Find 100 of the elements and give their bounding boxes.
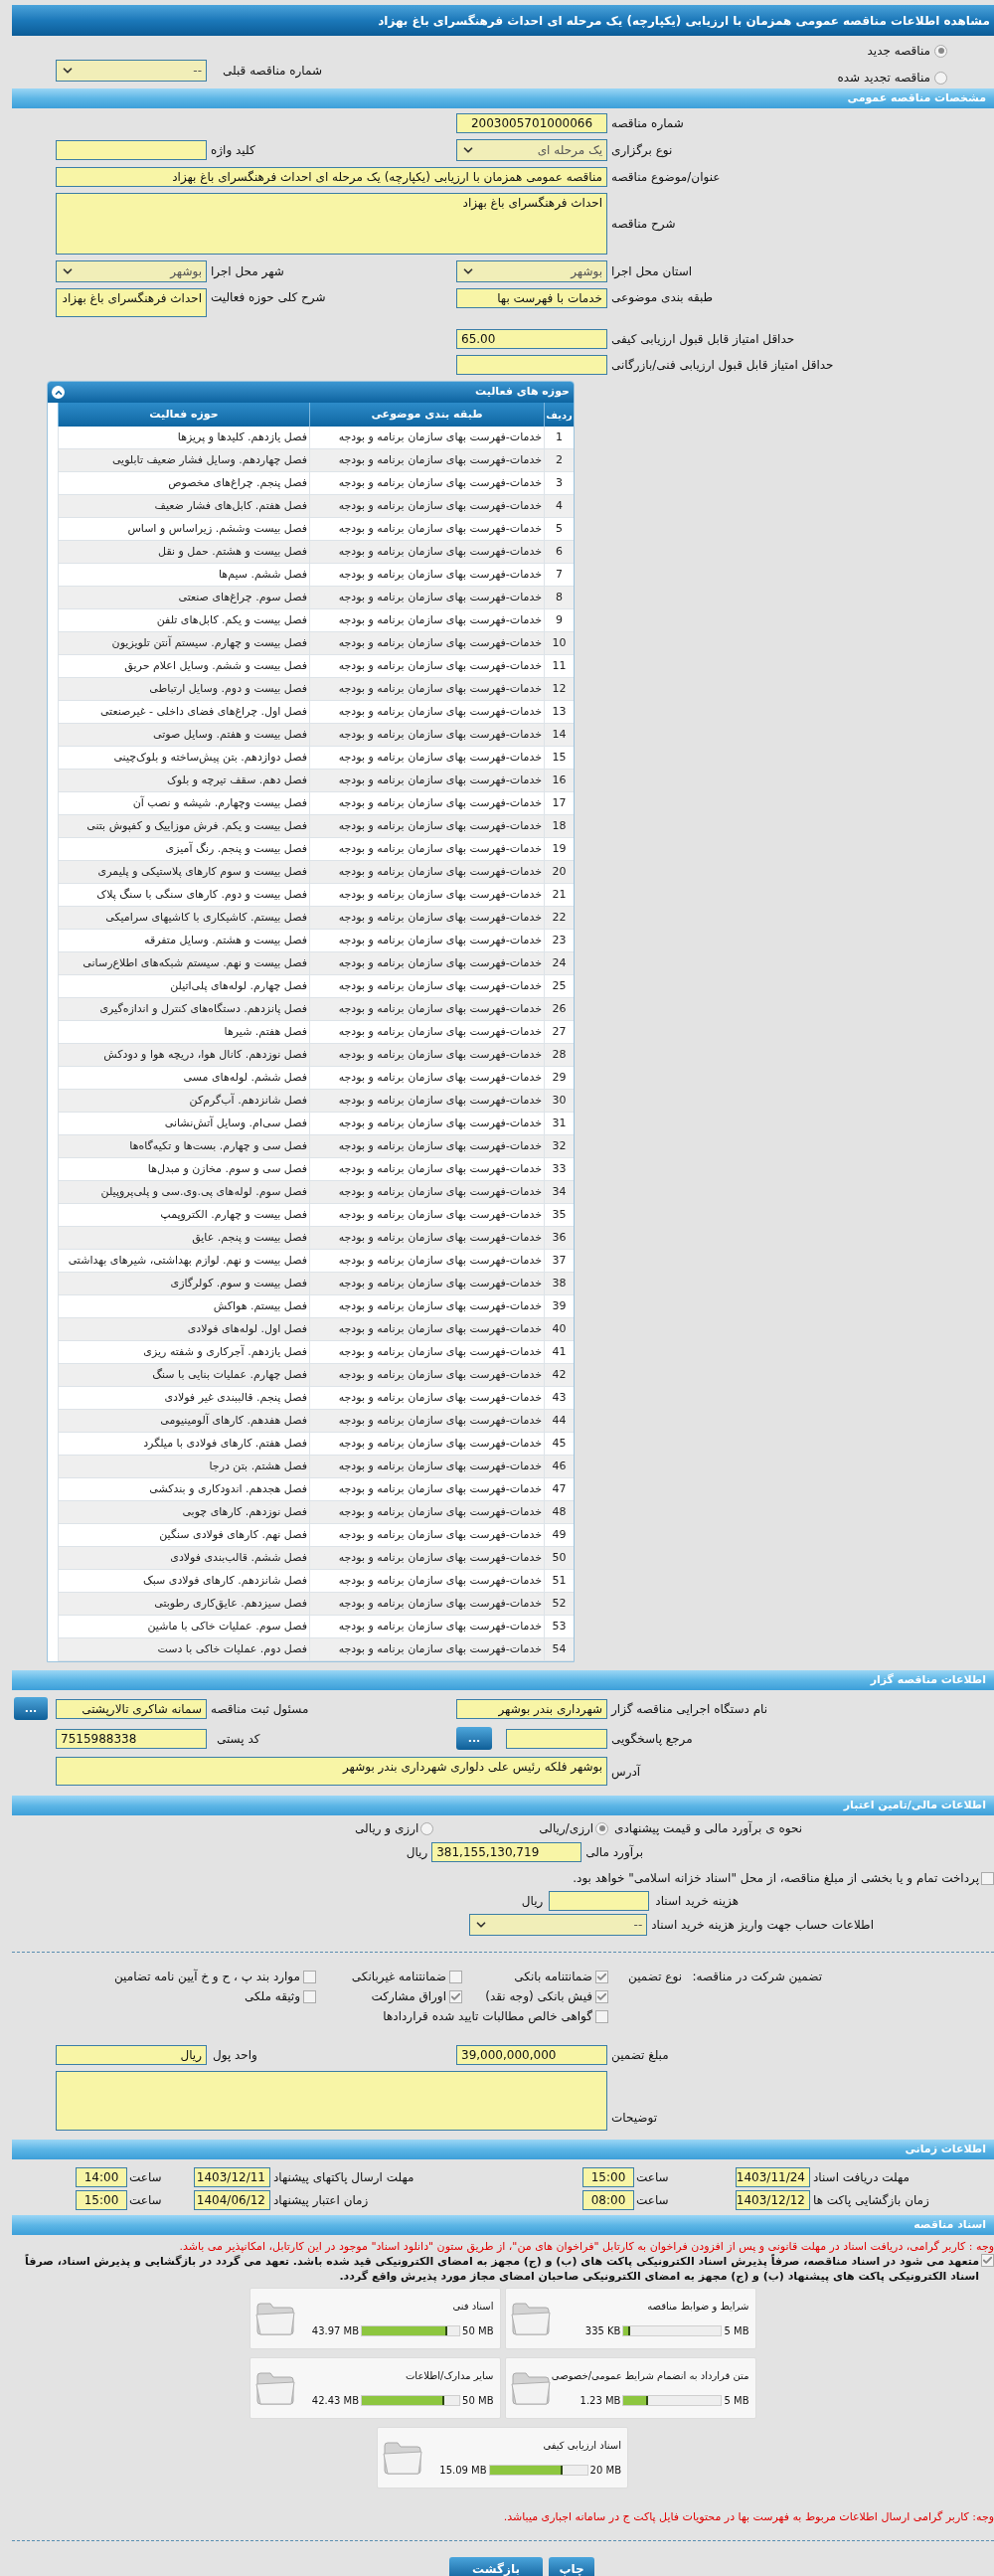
text-field[interactable]: 2003005701000066 xyxy=(456,113,607,133)
checkbox[interactable] xyxy=(303,1970,316,1983)
text-field[interactable]: شهرداری بندر بوشهر xyxy=(456,1698,607,1719)
table-cell: فصل سوم. لوله‌های پی.وی.سی و پلی‌پروپیلن xyxy=(58,1181,309,1203)
table-cell: خدمات-فهرست بهای سازمان برنامه و بودجه xyxy=(309,1318,544,1340)
table-cell: 44 xyxy=(544,1410,574,1432)
field-label: شرح مناقصه xyxy=(611,216,677,233)
collapse-button[interactable] xyxy=(52,386,65,399)
text-field[interactable]: سمانه شاکری تالارپشتی xyxy=(56,1698,207,1719)
field-label: نوع تضمین xyxy=(627,1969,682,1986)
checkbox[interactable] xyxy=(449,1970,462,1983)
table-cell: خدمات-فهرست بهای سازمان برنامه و بودجه xyxy=(309,495,544,517)
text-field[interactable]: 65.00 xyxy=(456,329,607,349)
checkbox[interactable] xyxy=(303,1989,316,2003)
table-cell: 43 xyxy=(544,1387,574,1409)
text-field[interactable] xyxy=(56,2071,607,2131)
text-field[interactable]: ریال xyxy=(56,2045,207,2065)
text-field[interactable]: 08:00 xyxy=(582,2189,634,2210)
text-field[interactable]: 15:00 xyxy=(76,2189,127,2210)
text-field[interactable]: 1403/11/24 xyxy=(736,2166,810,2187)
radio-button[interactable] xyxy=(934,44,947,58)
table-cell: خدمات-فهرست بهای سازمان برنامه و بودجه xyxy=(309,1273,544,1294)
table-cell: 23 xyxy=(544,930,574,951)
action-button[interactable]: بازگشت xyxy=(449,2557,543,2576)
browse-button[interactable]: ... xyxy=(456,1727,492,1750)
section-header: اطلاعات مناقصه گزار xyxy=(12,1670,994,1690)
radio-button[interactable] xyxy=(420,1821,434,1835)
checkbox[interactable] xyxy=(595,1989,608,2003)
table-cell: خدمات-فهرست بهای سازمان برنامه و بودجه xyxy=(309,1250,544,1272)
table-cell: خدمات-فهرست بهای سازمان برنامه و بودجه xyxy=(309,1433,544,1455)
text-field[interactable] xyxy=(456,355,607,375)
size-limit: 5 MB xyxy=(724,2324,749,2338)
table-cell: 37 xyxy=(544,1250,574,1272)
table-cell: خدمات-فهرست بهای سازمان برنامه و بودجه xyxy=(309,1158,544,1180)
radio-button[interactable] xyxy=(595,1821,609,1835)
table-cell: 40 xyxy=(544,1318,574,1340)
file-name[interactable]: متن قرارداد به انضمام شرایط عمومی/خصوصی xyxy=(551,2368,749,2383)
table-cell: فصل بیست و دوم. وسایل ارتباطی xyxy=(58,678,309,700)
table-cell: 34 xyxy=(544,1181,574,1203)
table-cell: خدمات-فهرست بهای سازمان برنامه و بودجه xyxy=(309,1638,544,1660)
table-cell: 21 xyxy=(544,884,574,906)
field-label: کلید واژه xyxy=(211,142,256,159)
table-cell: 52 xyxy=(544,1593,574,1615)
text-field[interactable]: بوشهر فلکه رئیس علی دلواری شهرداری بندر بوشهر xyxy=(56,1757,607,1786)
checkbox[interactable] xyxy=(981,2254,994,2267)
file-name[interactable]: اسناد فنی xyxy=(452,2299,494,2314)
text-field[interactable]: 7515988338 xyxy=(56,1728,207,1749)
table-cell: 31 xyxy=(544,1113,574,1134)
table-cell: فصل هجدهم. اندودکاری و بندکشی xyxy=(58,1478,309,1500)
text-field[interactable] xyxy=(506,1728,607,1749)
text-field[interactable]: 381,155,130,719 xyxy=(431,1842,582,1862)
check-icon xyxy=(596,1971,607,1982)
table-cell: 12 xyxy=(544,678,574,700)
dropdown[interactable]: -- xyxy=(56,60,207,82)
text-field[interactable] xyxy=(549,1891,650,1911)
radio-button[interactable] xyxy=(934,71,947,85)
dropdown[interactable]: بوشهر xyxy=(56,260,207,282)
table-cell: 45 xyxy=(544,1433,574,1455)
checkbox[interactable] xyxy=(449,1989,462,2003)
notice-text: وجه : کاربر گرامی، دریافت اسناد در مهلت قانونی و پس از افزودن فراخوان به کارتابل "فراخوان های من"، از طریق ستون "دانلود اسناد" موجود در این کارتابل، امکانپذیر می باشد. xyxy=(178,2239,994,2253)
table-cell: 26 xyxy=(544,998,574,1020)
table-cell: فصل سی و چهارم. بست‌ها و تکیه‌گاه‌ها xyxy=(58,1135,309,1157)
table-cell: فصل سی‌ام. وسایل آتش‌نشانی xyxy=(58,1113,309,1134)
action-button[interactable]: چاپ xyxy=(549,2557,594,2576)
text-field[interactable]: 1403/12/11 xyxy=(194,2166,270,2187)
table-cell: خدمات-فهرست بهای سازمان برنامه و بودجه xyxy=(309,770,544,791)
dropdown[interactable]: -- xyxy=(469,1914,648,1936)
table-cell: فصل بیست و چهارم. سیستم آنتن تلویزیون xyxy=(58,632,309,654)
file-name[interactable]: شرایط و ضوابط مناقصه xyxy=(647,2299,749,2314)
field-label: گواهی خالص مطالبات تایید شده قراردادها xyxy=(383,2008,592,2025)
text-field[interactable] xyxy=(56,140,207,160)
dropdown[interactable]: بوشهر xyxy=(456,260,607,282)
text-field[interactable]: 1404/06/12 xyxy=(194,2189,270,2210)
text-field[interactable]: 15:00 xyxy=(582,2166,634,2187)
text-field[interactable]: 14:00 xyxy=(76,2166,127,2187)
browse-button[interactable]: ... xyxy=(14,1697,48,1720)
text-field[interactable]: 39,000,000,000 xyxy=(456,2045,607,2065)
field-label: نوع برگزاری xyxy=(611,142,674,159)
text-field[interactable]: احداث فرهنگسرای باغ بهزاد xyxy=(56,288,207,317)
file-size: 15.09 MB xyxy=(439,2464,487,2478)
field-label: مهلت ارسال پاکتهای پیشنهاد xyxy=(273,2168,415,2186)
file-name[interactable]: اسناد ارزیابی کیفی xyxy=(543,2438,621,2453)
text-field[interactable]: مناقصه عمومی همزمان با ارزیابی (یکپارچه) یک مرحله ای احداث فرهنگسرای باغ بهزاد xyxy=(56,167,607,187)
section-header: مشخصات مناقصه عمومی xyxy=(12,88,994,108)
field-label: هزینه خرید اسناد xyxy=(655,1893,739,1910)
checkbox[interactable] xyxy=(981,1871,994,1885)
table-cell: خدمات-فهرست بهای سازمان برنامه و بودجه xyxy=(309,1295,544,1317)
folder-icon xyxy=(382,2440,423,2476)
table-cell: خدمات-فهرست بهای سازمان برنامه و بودجه xyxy=(309,1113,544,1134)
checkbox[interactable] xyxy=(595,2009,608,2023)
dropdown[interactable]: یک مرحله ای xyxy=(456,139,607,161)
table-cell: 16 xyxy=(544,770,574,791)
file-name[interactable]: سایر مدارک/اطلاعات xyxy=(405,2368,494,2383)
section-header: اطلاعات مالی/تامین اعتبار xyxy=(12,1796,994,1815)
table-cell: فصل پنجم. قالببندی غیر فولادی xyxy=(58,1387,309,1409)
text-field[interactable]: احداث فرهنگسرای باغ بهزاد xyxy=(56,193,607,255)
table-cell: خدمات-فهرست بهای سازمان برنامه و بودجه xyxy=(309,632,544,654)
text-field[interactable]: خدمات با فهرست بها xyxy=(456,288,607,308)
text-field[interactable]: 1403/12/12 xyxy=(736,2189,810,2210)
checkbox[interactable] xyxy=(595,1970,608,1983)
